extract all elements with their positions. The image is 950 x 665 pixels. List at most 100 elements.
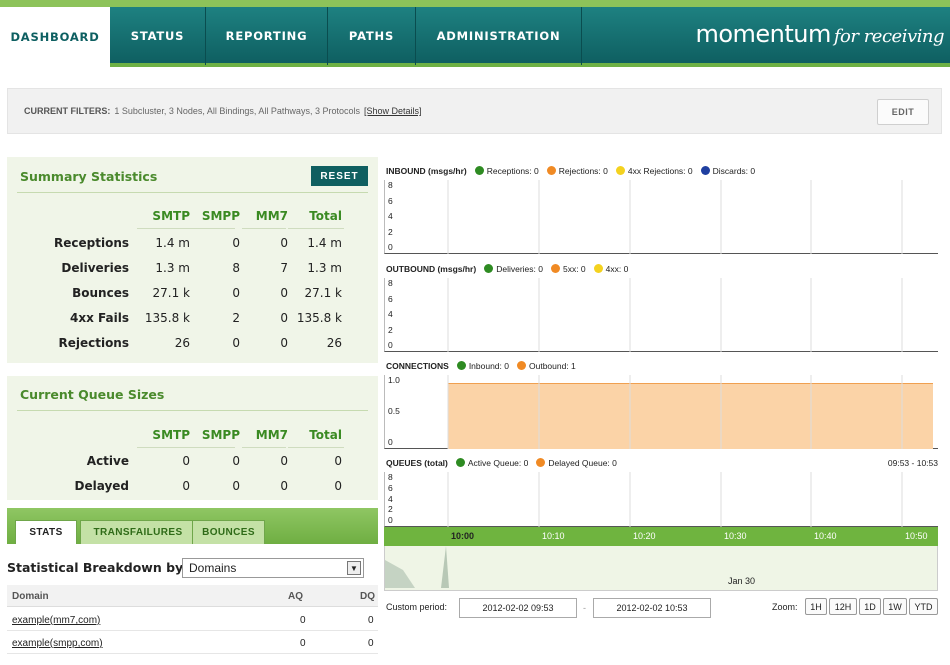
inbound-plot-svg: [447, 180, 903, 254]
table-row: example(mm7,com) 0 0: [7, 609, 378, 631]
reset-button[interactable]: RESET: [311, 166, 368, 186]
zoom-button-1d[interactable]: 1D: [859, 598, 881, 615]
aq-value: 0: [300, 615, 306, 626]
dq-value: 0: [368, 615, 374, 626]
y-tick-label: 2: [388, 226, 393, 237]
tab-status[interactable]: STATUS: [110, 7, 206, 65]
legend-item: Outbound: 1: [529, 361, 576, 371]
col-smpp: SMPP: [201, 428, 240, 442]
legend-dot-icon: [474, 166, 484, 175]
zoom-button-1h[interactable]: 1H: [805, 598, 827, 615]
row-label-deliveries: Deliveries: [61, 261, 129, 275]
tab-transfailures[interactable]: TRANSFAILURES: [80, 520, 196, 544]
stat-value: 135.8 k: [296, 311, 342, 325]
breakdown-label: Statistical Breakdown by: [7, 560, 184, 575]
col-mm7: MM7: [255, 209, 288, 223]
col-domain: Domain: [12, 591, 49, 602]
tab-paths[interactable]: PATHS: [328, 7, 416, 65]
queues-chart-title: QUEUES (total) Active Queue: 0 Delayed Que…: [386, 458, 938, 468]
y-tick-label: 4: [388, 493, 393, 504]
tab-bounces[interactable]: BOUNCES: [192, 520, 265, 544]
brand-logo: momentum for receiving: [695, 20, 944, 48]
aq-value: 0: [300, 638, 306, 649]
col-aq: AQ: [288, 591, 303, 602]
header-rule: [137, 228, 197, 229]
header-rule: [288, 228, 344, 229]
y-tick-label: 6: [388, 195, 393, 206]
connections-chart[interactable]: 1.0 0.5 0: [384, 375, 938, 449]
header-rule: [288, 447, 344, 448]
zoom-label: Zoom:: [772, 602, 798, 612]
y-tick-label: 4: [388, 309, 393, 319]
time-range-label: 09:53 - 10:53: [887, 458, 938, 468]
queue-title: Current Queue Sizes: [20, 387, 165, 402]
period-separator: -: [583, 603, 586, 613]
outbound-plot-svg: [447, 278, 903, 352]
legend-dot-icon: [615, 166, 625, 175]
row-label-rejections: Rejections: [58, 336, 129, 350]
edit-filters-button[interactable]: EDIT: [877, 99, 929, 125]
row-label-receptions: Receptions: [54, 236, 129, 250]
legend-item: Inbound: 0: [468, 361, 509, 371]
time-tick-label: 10:00: [451, 531, 475, 541]
tab-dashboard[interactable]: DASHBOARD: [0, 7, 110, 67]
connections-title-text: CONNECTIONS: [386, 361, 449, 371]
legend-item: Receptions: 0: [486, 166, 539, 176]
queues-chart[interactable]: 86420: [384, 472, 938, 527]
table-row: example(smpp,com) 0 0: [7, 632, 378, 654]
inbound-chart[interactable]: 8 6 4 2 0: [384, 180, 938, 254]
stats-tab-bar: STATS TRANSFAILURES BOUNCES: [7, 508, 378, 544]
breakdown-select[interactable]: Domains ▼: [182, 558, 364, 578]
y-tick-label: 8: [388, 278, 393, 288]
stat-value: 1.3 m: [307, 261, 342, 275]
domain-link[interactable]: example(mm7,com): [12, 615, 100, 626]
legend-item: Discards: 0: [712, 166, 756, 176]
overview-navigator[interactable]: Jan 30: [384, 546, 938, 591]
col-smtp: SMTP: [152, 428, 190, 442]
time-tick-label: 10:10: [542, 531, 565, 541]
show-details-link[interactable]: [Show Details]: [364, 106, 422, 116]
zoom-button-12h[interactable]: 12H: [829, 598, 857, 615]
outbound-title-text: OUTBOUND (msgs/hr): [386, 264, 477, 274]
overview-sparkline: [385, 546, 449, 588]
y-tick-label: 0: [388, 515, 393, 525]
tab-stats[interactable]: STATS: [15, 520, 77, 544]
period-end-input[interactable]: 2012-02-02 10:53: [593, 598, 711, 618]
time-axis: 10:00 10:10 10:20 10:30 10:40 10:50: [384, 527, 938, 546]
zoom-button-1w[interactable]: 1W: [883, 598, 907, 615]
zoom-button-ytd[interactable]: YTD: [909, 598, 938, 615]
inbound-chart-title: INBOUND (msgs/hr) Receptions: 0 Rejections…: [386, 166, 755, 176]
time-tick-label: 10:20: [633, 531, 656, 541]
legend-dot-icon: [700, 166, 710, 175]
inbound-title-text: INBOUND (msgs/hr): [386, 166, 467, 176]
row-label-4xx-fails: 4xx Fails: [70, 311, 129, 325]
header-rule: [242, 228, 286, 229]
y-tick-label: 8: [388, 472, 393, 482]
outbound-connections-area: [448, 383, 933, 449]
row-label-active: Active: [86, 454, 129, 468]
legend-item: 5xx: 0: [562, 264, 586, 274]
breakdown-selected-value: Domains: [189, 561, 237, 575]
header-rule: [193, 447, 235, 448]
y-tick-label: 2: [388, 324, 393, 335]
legend-item: Rejections: 0: [558, 166, 608, 176]
stat-value: 0: [334, 479, 342, 493]
header-rule: [193, 228, 235, 229]
domain-table-header: Domain AQ DQ: [7, 585, 378, 607]
y-tick-label: 2: [388, 504, 393, 515]
queues-title-text: QUEUES (total): [386, 458, 448, 468]
tab-administration[interactable]: ADMINISTRATION: [416, 7, 582, 65]
domain-link[interactable]: example(smpp,com): [12, 638, 103, 649]
stat-value: 27.1 k: [304, 286, 342, 300]
summary-statistics-panel: Summary Statistics RESET: [7, 157, 378, 363]
filters-label: CURRENT FILTERS:: [24, 106, 111, 116]
connections-chart-title: CONNECTIONS Inbound: 0 Outbound: 1: [386, 361, 576, 371]
col-smpp: SMPP: [201, 209, 240, 223]
legend-dot-icon: [484, 264, 494, 273]
chevron-down-icon[interactable]: ▼: [347, 561, 361, 575]
outbound-chart[interactable]: 8 6 4 2 0: [384, 278, 938, 352]
outbound-chart-title: OUTBOUND (msgs/hr) Deliveries: 0 5xx: 0 4xx…: [386, 264, 628, 274]
top-navigation: DASHBOARD STATUS REPORTING PATHS ADMINIS…: [0, 0, 950, 70]
tab-reporting[interactable]: REPORTING: [206, 7, 328, 65]
period-start-input[interactable]: 2012-02-02 09:53: [459, 598, 577, 618]
